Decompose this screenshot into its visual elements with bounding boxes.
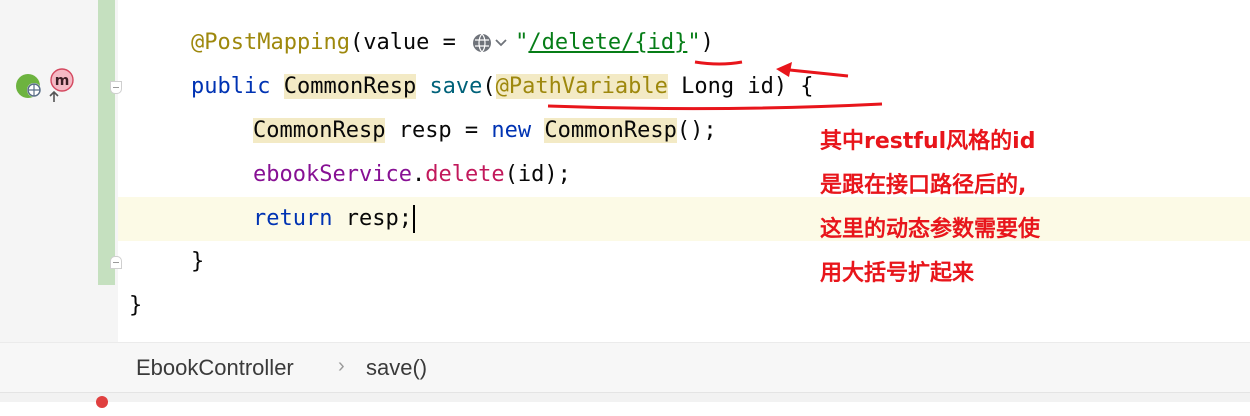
breadcrumb-item-method[interactable]: save()	[366, 355, 427, 381]
text-caret	[412, 205, 415, 233]
method-name-token: save	[429, 74, 483, 99]
keyword-token: public	[191, 74, 271, 99]
type-token: CommonResp	[253, 118, 386, 143]
code-token: }	[191, 249, 205, 274]
note-line: 是跟在接口路径后的,	[820, 173, 1027, 198]
code-line[interactable]: ebookService.delete(id);	[118, 153, 1250, 197]
note-line: 用大括号扩起来	[820, 261, 975, 286]
string-quote: "	[687, 30, 701, 55]
code-line[interactable]: public CommonResp save(@PathVariable Lon…	[118, 65, 1250, 109]
code-token: resp;	[332, 206, 412, 231]
breadcrumb-item-class[interactable]: EbookController	[136, 355, 294, 381]
breadcrumb: EbookController › save()	[0, 342, 1250, 392]
note-line: 其中restful风格的id	[820, 129, 1036, 154]
code-token: (id);	[504, 162, 571, 187]
problems-icon[interactable]	[96, 396, 108, 408]
method-implementation-icon[interactable]: m	[44, 66, 78, 104]
url-path-link[interactable]: /delete/{id}	[528, 30, 687, 55]
code-editor[interactable]: @PostMapping(value = "/delete/{id}") pub…	[118, 0, 1250, 342]
type-token: CommonResp	[283, 74, 417, 99]
code-token: (	[482, 74, 496, 99]
keyword-token: new	[491, 118, 532, 143]
code-line[interactable]: @PostMapping(value = "/delete/{id}")	[118, 21, 1250, 65]
string-quote: "	[515, 30, 529, 55]
code-token: Long id) {	[667, 74, 814, 99]
note-line: 这里的动态参数需要使	[820, 217, 1041, 242]
breadcrumb-separator: ›	[338, 355, 345, 377]
method-badge: m	[55, 73, 70, 89]
code-token: ();	[676, 118, 717, 143]
annotation-note: 其中restful风格的id 是跟在接口路径后的, 这里的动态参数需要使 用大括…	[820, 120, 1040, 296]
code-line[interactable]: }	[118, 284, 1250, 328]
field-token: ebookService	[253, 162, 412, 187]
code-token: }	[129, 293, 143, 318]
code-token: (value =	[349, 30, 470, 55]
globe-dropdown-icon[interactable]	[471, 32, 511, 54]
annotation-token: @PostMapping	[191, 30, 350, 55]
code-line[interactable]: CommonResp resp = new CommonResp();	[118, 109, 1250, 153]
current-code-line[interactable]: return resp;	[118, 197, 1250, 241]
vcs-change-marker[interactable]	[98, 0, 115, 285]
annotation-token: @PathVariable	[495, 74, 668, 99]
status-bar	[0, 392, 1250, 408]
code-token: )	[700, 30, 714, 55]
keyword-token: return	[253, 206, 333, 231]
code-token: .	[411, 162, 426, 187]
method-call-token: delete	[425, 162, 505, 187]
code-line[interactable]: }	[118, 240, 1250, 284]
code-token: resp =	[385, 118, 492, 143]
type-token: CommonResp	[544, 118, 677, 143]
